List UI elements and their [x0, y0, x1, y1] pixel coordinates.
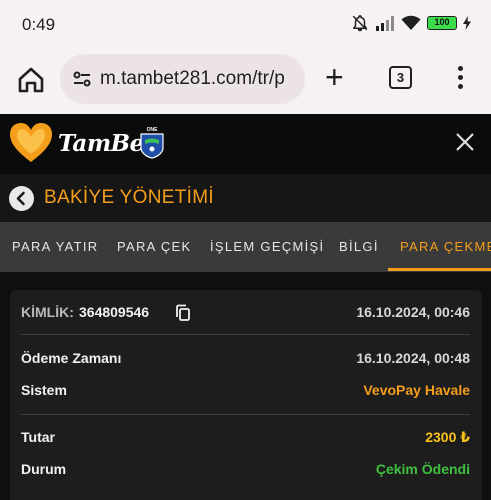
- content-area: KİMLİK: 364809546 16.10.2024, 00:46 Ödem…: [0, 272, 491, 500]
- copy-icon[interactable]: [175, 304, 191, 322]
- transaction-card: KİMLİK: 364809546 16.10.2024, 00:46 Ödem…: [10, 290, 482, 500]
- amount-value: 2300 ₺: [425, 429, 470, 445]
- amount-row: Tutar 2300 ₺: [21, 427, 470, 449]
- site-header: TamBet ONE: [0, 114, 491, 174]
- status-value: Çekim Ödendi: [375, 461, 470, 477]
- active-tab-indicator: [388, 268, 491, 271]
- status-row: Durum Çekim Ödendi: [21, 459, 470, 481]
- amount-label: Tutar: [21, 429, 55, 445]
- page-title-row: BAKİYE YÖNETİMİ: [0, 174, 491, 222]
- site-settings-icon[interactable]: [72, 69, 92, 89]
- chevron-left-icon: [16, 191, 25, 206]
- more-menu-icon[interactable]: [452, 66, 468, 90]
- new-tab-icon[interactable]: +: [325, 61, 344, 93]
- balance-tabs: PARA YATIR PARA ÇEK İŞLEM GEÇMİŞİ BİLGİ …: [0, 222, 491, 272]
- close-icon[interactable]: [455, 132, 475, 152]
- transaction-id-row: KİMLİK: 364809546 16.10.2024, 00:46: [21, 302, 470, 324]
- wifi-icon: [401, 15, 421, 30]
- url-text[interactable]: m.tambet281.com/tr/p: [100, 68, 285, 90]
- charging-bolt-icon: [463, 16, 471, 30]
- transaction-created-at: 16.10.2024, 00:46: [356, 304, 470, 320]
- system-value: VevoPay Havale: [363, 382, 470, 398]
- status-label: Durum: [21, 461, 67, 477]
- system-row: Sistem VevoPay Havale: [21, 380, 470, 402]
- heart-logo-icon: [10, 123, 52, 162]
- address-bar[interactable]: m.tambet281.com/tr/p: [60, 54, 305, 104]
- back-button[interactable]: [9, 186, 34, 211]
- browser-toolbar: m.tambet281.com/tr/p + 3: [0, 50, 491, 114]
- status-bar: 0:49 100: [0, 0, 491, 50]
- transaction-id-label: KİMLİK:: [21, 304, 74, 320]
- tab-transaction-history[interactable]: İŞLEM GEÇMİŞİ: [210, 239, 324, 254]
- sponsor-badge-icon: ONE: [140, 127, 164, 159]
- tab-switcher-button[interactable]: 3: [389, 66, 412, 89]
- home-icon[interactable]: [16, 65, 46, 95]
- cellular-signal-icon: [376, 16, 394, 31]
- payment-time-value: 16.10.2024, 00:48: [356, 350, 470, 366]
- status-icons: 100: [351, 14, 471, 32]
- payment-time-label: Ödeme Zamanı: [21, 350, 122, 366]
- divider: [21, 334, 470, 335]
- svg-text:ONE: ONE: [147, 127, 159, 133]
- tab-deposit[interactable]: PARA YATIR: [12, 239, 98, 254]
- status-time: 0:49: [22, 15, 56, 34]
- tab-info[interactable]: BİLGİ: [339, 239, 379, 254]
- tab-withdrawals[interactable]: PARA ÇEKME: [400, 239, 491, 254]
- page-title: BAKİYE YÖNETİMİ: [44, 187, 214, 208]
- divider: [21, 414, 470, 415]
- payment-time-row: Ödeme Zamanı 16.10.2024, 00:48: [21, 348, 470, 370]
- notifications-off-icon: [352, 15, 368, 32]
- system-label: Sistem: [21, 382, 67, 398]
- transaction-id-value: 364809546: [79, 304, 150, 320]
- tab-withdraw[interactable]: PARA ÇEK: [117, 239, 191, 254]
- battery-indicator: 100: [427, 16, 457, 30]
